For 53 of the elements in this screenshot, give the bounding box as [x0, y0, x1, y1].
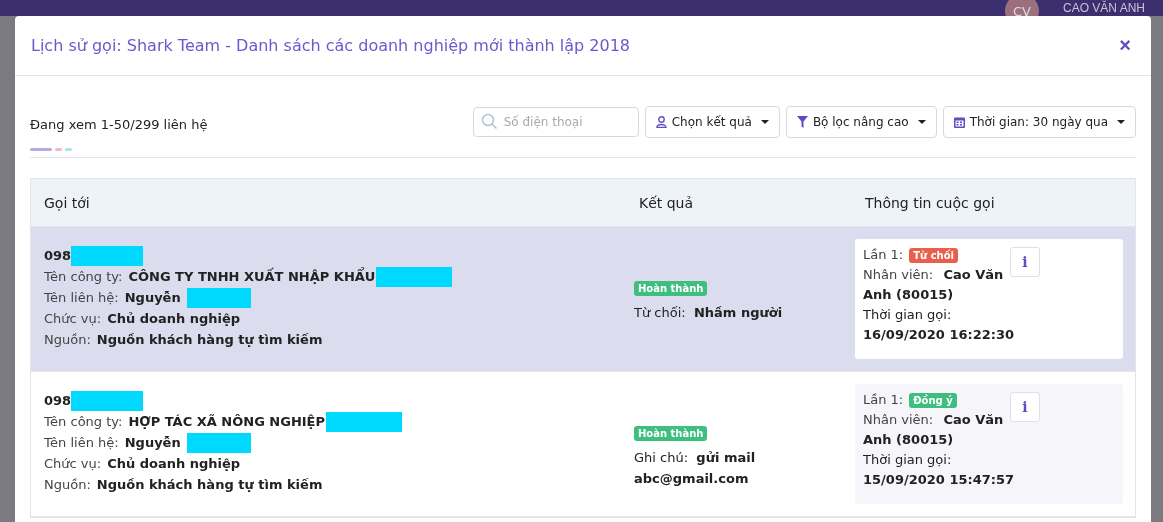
call-time: 16/09/2020 16:22:30	[863, 326, 1015, 344]
attempt-label: Lần 1:	[863, 246, 904, 264]
field-value: Nguồn khách hàng tự tìm kiếm	[96, 476, 323, 494]
staff-info: Nhân viên: Cao Văn Anh (80015)	[863, 411, 1005, 449]
call-time-label: Thời gian gọi:	[863, 451, 953, 469]
attempt-label: Lần 1:	[863, 391, 904, 409]
outcome-badge: Đồng ý	[909, 392, 957, 408]
filter-icon	[796, 116, 808, 128]
table-row[interactable]	[31, 227, 1135, 372]
call-time: 15/09/2020 15:47:57	[863, 471, 1015, 489]
search-field[interactable]: Số điện thoại	[472, 107, 639, 137]
column-header: Kết quả	[638, 194, 695, 211]
redaction-block	[186, 432, 251, 453]
filter-dropdown[interactable]: Thời gian: 30 ngày qua	[942, 106, 1136, 138]
search-icon	[480, 113, 498, 130]
field-label: Tên liên hệ:	[44, 434, 119, 452]
status-badge: Hoàn thành	[634, 426, 708, 441]
phone-number: 098	[44, 247, 72, 265]
dialog-title: Lịch sử gọi: Shark Team - Danh sách các doanh nghiệp mới thành lập 2018	[31, 36, 630, 55]
result-note: Từ chối: Nhầm người	[634, 304, 784, 322]
field-label: Nguồn:	[44, 476, 91, 494]
field-value: Nguyễn	[124, 434, 181, 452]
field-value: CÔNG TY TNHH XUẤT NHẬP KHẨU	[128, 266, 376, 286]
field-value: Chủ doanh nghiệp	[107, 455, 241, 473]
outcome-badge: Từ chối	[909, 247, 958, 263]
calendar-icon	[953, 116, 965, 128]
info-button[interactable]: i	[1010, 247, 1040, 277]
column-header: Thông tin cuộc gọi	[864, 194, 996, 211]
result-note: Ghi chú: gửi mail abc@gmail.com	[634, 449, 757, 488]
filter-dropdown[interactable]: Chọn kết quả	[644, 106, 780, 138]
record-count: Đang xem 1-50/299 liên hệ	[30, 116, 209, 132]
user-name: CAO VĂN ANH	[1062, 1, 1145, 15]
close-button[interactable]: ×	[1115, 34, 1135, 57]
phone-number: 098	[44, 392, 72, 410]
column-header: Gọi tới	[43, 194, 91, 211]
field-value: Nguyễn	[124, 289, 181, 307]
status-badge: Hoàn thành	[634, 281, 708, 296]
field-label: Tên công ty:	[44, 413, 123, 431]
info-button[interactable]: i	[1010, 392, 1040, 422]
user-icon	[655, 116, 667, 128]
field-label: Chức vụ:	[44, 310, 102, 328]
redaction-block	[186, 287, 251, 308]
call-time-label: Thời gian gọi:	[863, 306, 953, 324]
field-label: Tên liên hệ:	[44, 289, 119, 307]
field-value: HỢP TÁC XÃ NÔNG NGHIỆP	[128, 413, 325, 431]
field-label: Nguồn:	[44, 331, 91, 349]
field-label: Chức vụ:	[44, 455, 102, 473]
loading-indicator	[30, 148, 72, 151]
field-value: Nguồn khách hàng tự tìm kiếm	[96, 331, 323, 349]
filter-dropdown[interactable]: Bộ lọc nâng cao	[785, 106, 937, 138]
staff-info: Nhân viên: Cao Văn Anh (80015)	[863, 266, 1005, 304]
field-label: Tên công ty:	[44, 268, 123, 286]
field-value: Chủ doanh nghiệp	[107, 310, 241, 328]
